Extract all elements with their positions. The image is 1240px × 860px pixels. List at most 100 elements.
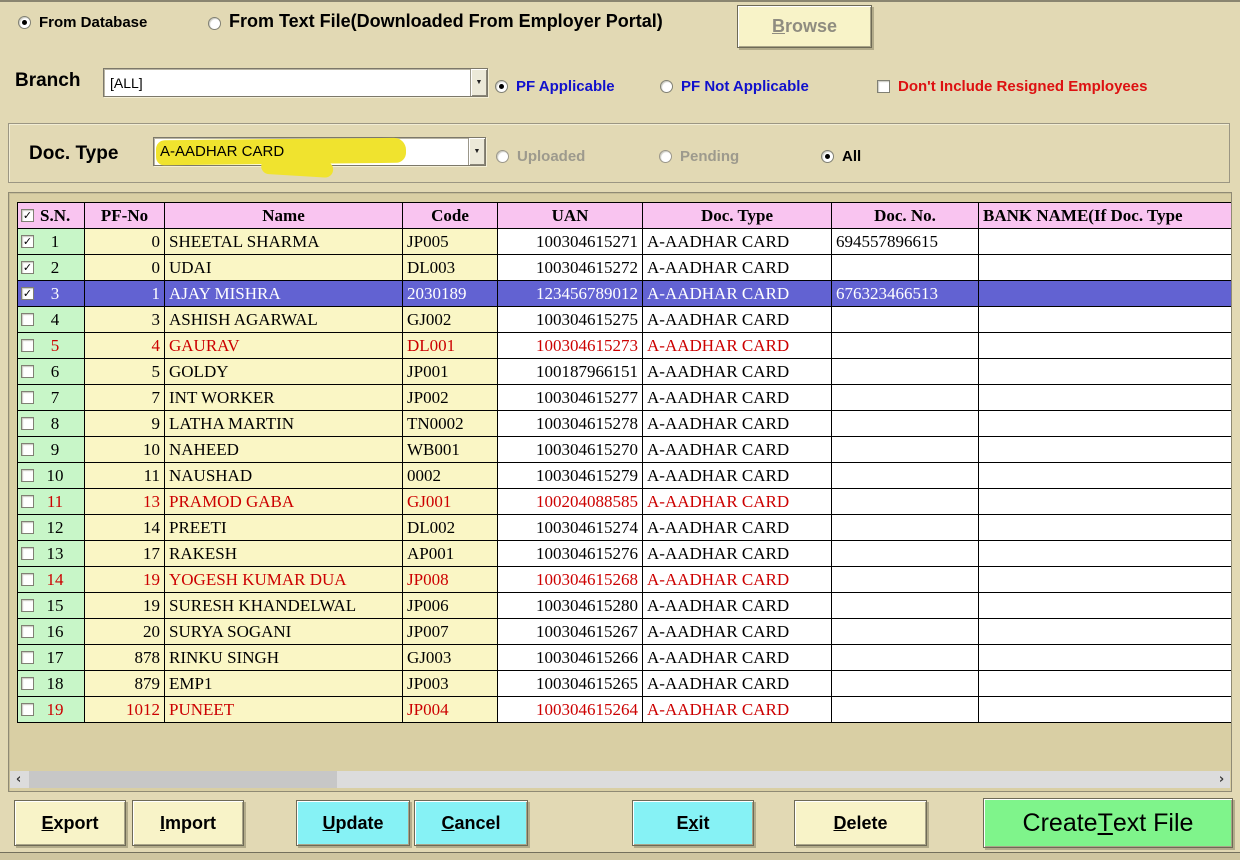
row-checkbox[interactable] [21, 677, 34, 690]
row-checkbox[interactable] [21, 469, 34, 482]
cell-bank [979, 671, 1232, 697]
sn-value: 17 [34, 648, 84, 668]
scroll-right-icon[interactable]: › [1213, 771, 1230, 788]
col-sn[interactable]: ✓ S.N. [18, 203, 85, 229]
row-checkbox[interactable] [21, 521, 34, 534]
row-checkbox[interactable] [21, 495, 34, 508]
table-row[interactable]: 910NAHEEDWB001100304615270A-AADHAR CARD [18, 437, 1232, 463]
table-row[interactable]: 18879EMP1JP003100304615265A-AADHAR CARD [18, 671, 1232, 697]
col-code[interactable]: Code [403, 203, 498, 229]
table-row[interactable]: ✓10SHEETAL SHARMAJP005100304615271A-AADH… [18, 229, 1232, 255]
table-row[interactable]: 1113PRAMOD GABAGJ001100204088585A-AADHAR… [18, 489, 1232, 515]
table-row[interactable]: 54GAURAVDL001100304615273A-AADHAR CARD [18, 333, 1232, 359]
doc-type-combobox[interactable]: A-AADHAR CARD ▼ [153, 137, 486, 166]
row-checkbox[interactable] [21, 339, 34, 352]
cell-doc_no [832, 255, 979, 281]
col-doc-no[interactable]: Doc. No. [832, 203, 979, 229]
pf-applicable-radio[interactable] [495, 80, 508, 93]
col-bank-name[interactable]: BANK NAME(If Doc. Type [979, 203, 1232, 229]
table-row[interactable]: 17878RINKU SINGHGJ003100304615266A-AADHA… [18, 645, 1232, 671]
export-button[interactable]: Export [14, 800, 126, 846]
cell-sn: 14 [18, 567, 85, 593]
browse-button[interactable]: Browse [737, 5, 872, 48]
cell-name: RINKU SINGH [165, 645, 403, 671]
source-from-text-file[interactable]: From Text File(Downloaded From Employer … [208, 11, 663, 32]
col-doc-type[interactable]: Doc. Type [643, 203, 832, 229]
all-option[interactable]: All [821, 148, 861, 165]
scroll-left-icon[interactable]: ‹ [10, 771, 27, 788]
table-row[interactable]: 1317RAKESHAP001100304615276A-AADHAR CARD [18, 541, 1232, 567]
cell-sn: 5 [18, 333, 85, 359]
cell-pf: 10 [85, 437, 165, 463]
cell-code: GJ001 [403, 489, 498, 515]
dropdown-arrow-icon[interactable]: ▼ [470, 69, 487, 96]
cell-uan: 100304615268 [498, 567, 643, 593]
cell-bank [979, 437, 1232, 463]
table-row[interactable]: 1519SURESH KHANDELWALJP006100304615280A-… [18, 593, 1232, 619]
row-checkbox[interactable] [21, 625, 34, 638]
row-checkbox[interactable] [21, 573, 34, 586]
table-row[interactable]: 191012PUNEETJP004100304615264A-AADHAR CA… [18, 697, 1232, 723]
table-row[interactable]: ✓20UDAIDL003100304615272A-AADHAR CARD [18, 255, 1232, 281]
row-checkbox[interactable]: ✓ [21, 235, 34, 248]
col-pfno[interactable]: PF-No [85, 203, 165, 229]
table-row[interactable]: 77INT WORKERJP002100304615277A-AADHAR CA… [18, 385, 1232, 411]
pf-not-applicable-option[interactable]: PF Not Applicable [660, 78, 809, 95]
branch-combobox[interactable]: [ALL] ▼ [103, 68, 488, 97]
cell-bank [979, 255, 1232, 281]
table-row[interactable]: ✓31AJAY MISHRA2030189123456789012A-AADHA… [18, 281, 1232, 307]
dont-include-resigned-option[interactable]: Don't Include Resigned Employees [877, 78, 1147, 95]
pf-applicable-option[interactable]: PF Applicable [495, 78, 615, 95]
source-from-database[interactable]: From Database [18, 14, 147, 31]
cell-uan: 100187966151 [498, 359, 643, 385]
table-row[interactable]: 65GOLDYJP001100187966151A-AADHAR CARD [18, 359, 1232, 385]
row-checkbox[interactable]: ✓ [21, 261, 34, 274]
row-checkbox[interactable] [21, 391, 34, 404]
col-uan[interactable]: UAN [498, 203, 643, 229]
cell-code: DL002 [403, 515, 498, 541]
row-checkbox[interactable] [21, 651, 34, 664]
from-text-file-radio[interactable] [208, 17, 221, 30]
row-checkbox[interactable] [21, 313, 34, 326]
cell-sn: ✓2 [18, 255, 85, 281]
sn-value: 16 [34, 622, 84, 642]
row-checkbox[interactable] [21, 443, 34, 456]
table-row[interactable]: 89LATHA MARTINTN0002100304615278A-AADHAR… [18, 411, 1232, 437]
update-button[interactable]: Update [296, 800, 410, 846]
row-checkbox[interactable] [21, 599, 34, 612]
cell-sn: 15 [18, 593, 85, 619]
table-row[interactable]: 1419YOGESH KUMAR DUAJP008100304615268A-A… [18, 567, 1232, 593]
from-database-radio[interactable] [18, 16, 31, 29]
cell-bank [979, 515, 1232, 541]
all-radio[interactable] [821, 150, 834, 163]
select-all-checkbox[interactable]: ✓ [21, 209, 34, 222]
col-name[interactable]: Name [165, 203, 403, 229]
table-row[interactable]: 1011NAUSHAD0002100304615279A-AADHAR CARD [18, 463, 1232, 489]
sn-value: 19 [34, 700, 84, 720]
cell-code: 0002 [403, 463, 498, 489]
create-text-file-button[interactable]: Create Text File [983, 798, 1233, 848]
scrollbar-thumb[interactable] [29, 771, 337, 788]
row-checkbox[interactable]: ✓ [21, 287, 34, 300]
cancel-button[interactable]: Cancel [414, 800, 528, 846]
dont-include-resigned-checkbox[interactable] [877, 80, 890, 93]
row-checkbox[interactable] [21, 703, 34, 716]
dropdown-arrow-icon[interactable]: ▼ [468, 138, 485, 165]
pf-not-applicable-radio[interactable] [660, 80, 673, 93]
import-button[interactable]: Import [132, 800, 244, 846]
cell-doc_type: A-AADHAR CARD [643, 489, 832, 515]
table-row[interactable]: 43ASHISH AGARWALGJ002100304615275A-AADHA… [18, 307, 1232, 333]
from-database-label: From Database [39, 14, 147, 31]
table-row[interactable]: 1214PREETIDL002100304615274A-AADHAR CARD [18, 515, 1232, 541]
exit-button[interactable]: Exit [632, 800, 754, 846]
sn-value: 15 [34, 596, 84, 616]
row-checkbox[interactable] [21, 417, 34, 430]
row-checkbox[interactable] [21, 547, 34, 560]
table-row[interactable]: 1620SURYA SOGANIJP007100304615267A-AADHA… [18, 619, 1232, 645]
cell-uan: 100304615278 [498, 411, 643, 437]
delete-button[interactable]: Delete [794, 800, 927, 846]
horizontal-scrollbar[interactable]: ‹ › [10, 771, 1230, 788]
sn-value: 5 [34, 336, 84, 356]
cell-code: JP002 [403, 385, 498, 411]
row-checkbox[interactable] [21, 365, 34, 378]
